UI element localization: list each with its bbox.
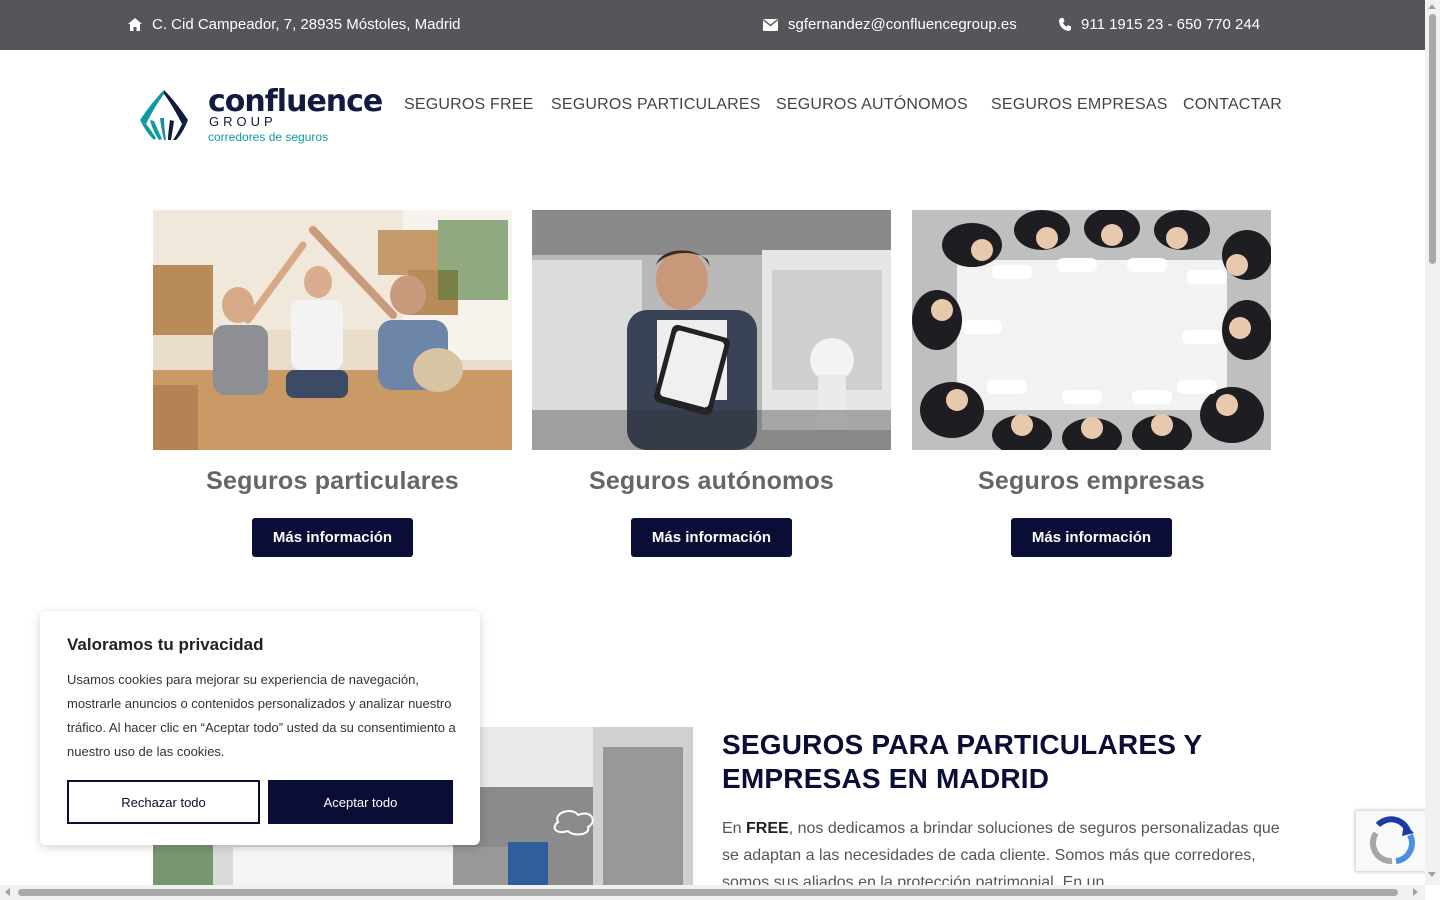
about-text-prefix: En xyxy=(722,820,747,837)
logo-mark-icon xyxy=(140,90,188,140)
card-title: Seguros particulares xyxy=(206,467,459,495)
horizontal-scroll-thumb[interactable] xyxy=(18,889,1398,896)
scroll-left-icon[interactable] xyxy=(5,888,10,896)
cookie-text: Usamos cookies para mejorar su experienc… xyxy=(67,672,456,759)
address-item: C. Cid Campeador, 7, 28935 Móstoles, Mad… xyxy=(128,16,461,33)
more-info-button[interactable]: Más información xyxy=(252,518,413,557)
card-title: Seguros empresas xyxy=(978,467,1205,495)
business-team-photo xyxy=(912,210,1271,450)
more-info-button[interactable]: Más información xyxy=(1011,518,1172,557)
envelope-icon xyxy=(763,18,778,31)
home-icon xyxy=(128,18,142,31)
email-link[interactable]: sgfernandez@confluencegroup.es xyxy=(788,16,1017,33)
cookie-title: Valoramos tu privacidad xyxy=(67,635,264,654)
nav-seguros-particulares[interactable]: SEGUROS PARTICULARES xyxy=(551,96,761,114)
technician-photo xyxy=(532,210,891,450)
recaptcha-badge[interactable] xyxy=(1355,810,1435,872)
nav-seguros-empresas[interactable]: SEGUROS EMPRESAS xyxy=(991,96,1168,114)
logo-group: GROUP xyxy=(209,114,277,129)
logo[interactable]: confluence GROUP corredores de seguros xyxy=(136,84,383,148)
about-text-rest: , nos dedicamos a brindar soluciones de … xyxy=(722,820,1280,891)
nav-seguros-free[interactable]: SEGUROS FREE xyxy=(404,96,534,114)
phone-link[interactable]: 911 1915 23 - 650 770 244 xyxy=(1081,16,1260,33)
vertical-scrollbar[interactable] xyxy=(1425,0,1440,885)
card-title: Seguros autónomos xyxy=(588,467,835,495)
phone-icon xyxy=(1059,18,1071,31)
scroll-up-icon[interactable] xyxy=(1428,4,1436,9)
recaptcha-icon xyxy=(1369,816,1415,865)
scroll-right-icon[interactable] xyxy=(1413,888,1418,896)
nav-contactar[interactable]: CONTACTAR xyxy=(1183,96,1282,114)
logo-tagline: corredores de seguros xyxy=(208,130,329,144)
family-photo xyxy=(153,210,512,450)
reject-all-button[interactable]: Rechazar todo xyxy=(67,780,260,824)
card-particulares: Seguros particulares Más información xyxy=(153,210,512,557)
about-title: SEGUROS PARA PARTICULARES Y EMPRESAS EN … xyxy=(722,729,1202,794)
horizontal-scrollbar[interactable] xyxy=(0,885,1425,900)
address-text: C. Cid Campeador, 7, 28935 Móstoles, Mad… xyxy=(152,16,461,33)
scroll-down-icon[interactable] xyxy=(1428,872,1436,877)
phone-item[interactable]: 911 1915 23 - 650 770 244 xyxy=(1059,16,1260,33)
about-text-bold: FREE xyxy=(746,820,789,837)
vertical-scroll-thumb[interactable] xyxy=(1429,14,1436,264)
more-info-button[interactable]: Más información xyxy=(631,518,792,557)
card-empresas: Seguros empresas Más información xyxy=(912,210,1271,557)
card-autonomos: Seguros autónomos Más información xyxy=(532,210,891,557)
nav-seguros-autonomos[interactable]: SEGUROS AUTÓNOMOS xyxy=(776,96,968,114)
top-bar: C. Cid Campeador, 7, 28935 Móstoles, Mad… xyxy=(0,0,1425,50)
email-item[interactable]: sgfernandez@confluencegroup.es xyxy=(763,16,1017,33)
about-text: En FREE, nos dedicamos a brindar solucio… xyxy=(722,815,1282,896)
site-header: confluence GROUP corredores de seguros S… xyxy=(0,50,1425,160)
accept-all-button[interactable]: Aceptar todo xyxy=(268,780,453,824)
cookie-banner: Valoramos tu privacidad Usamos cookies p… xyxy=(40,611,480,845)
